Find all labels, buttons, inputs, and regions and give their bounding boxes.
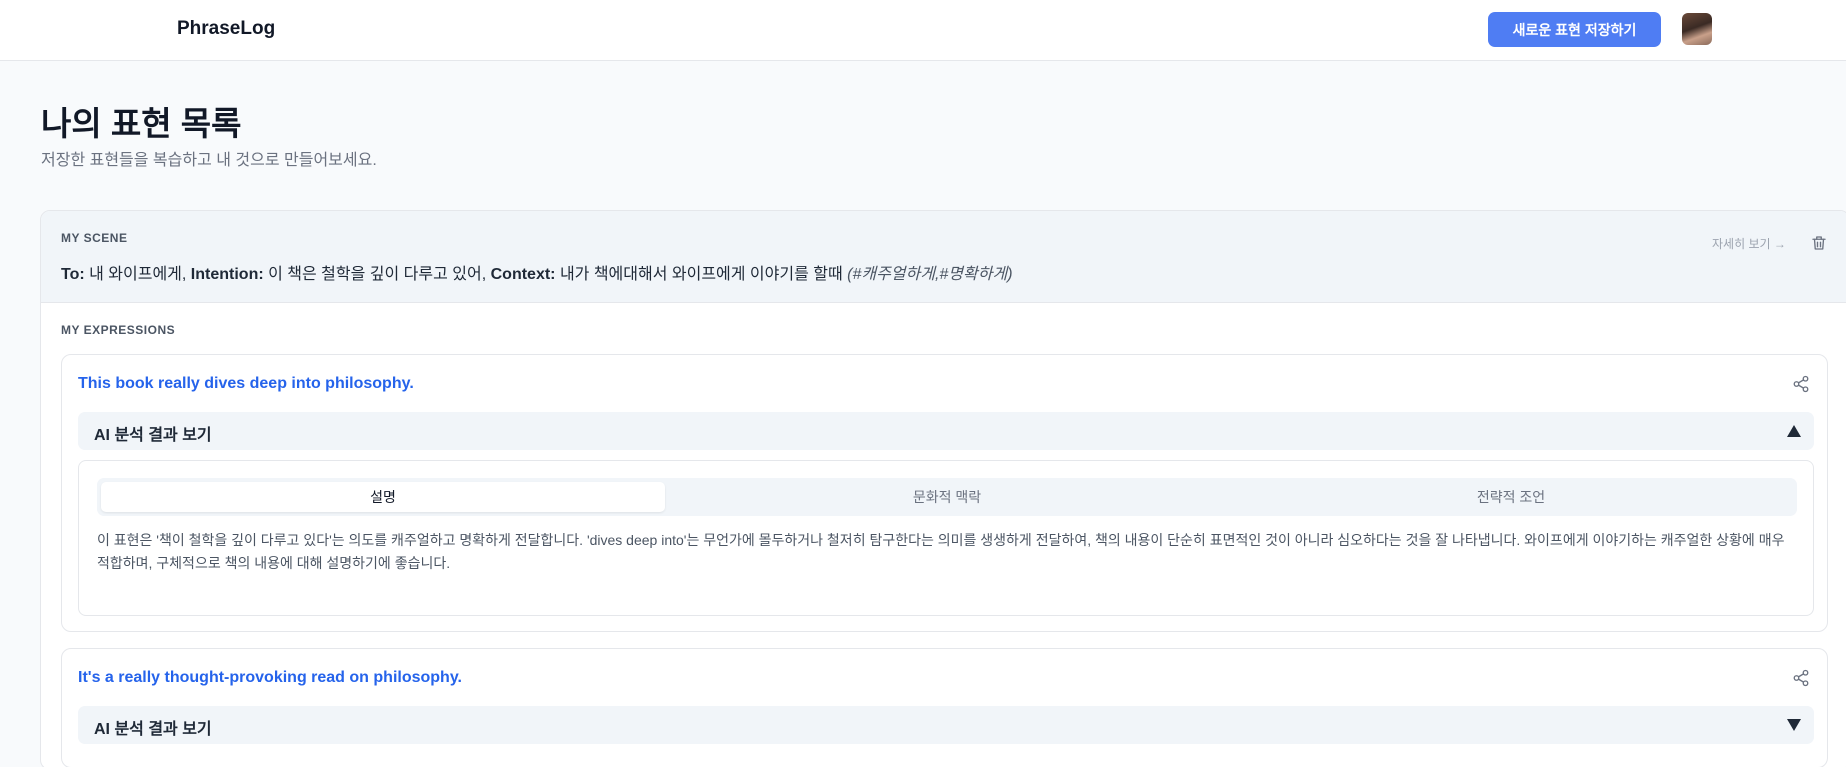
avatar[interactable] [1682,13,1712,45]
trash-icon[interactable] [1810,234,1828,252]
save-new-expression-button[interactable]: 새로운 표현 저장하기 [1488,12,1661,47]
intention-value: 이 책은 철학을 깊이 다루고 있어, [263,266,491,283]
context-label: Context: [490,266,556,283]
share-icon[interactable] [1792,375,1810,393]
scene-summary: To: 내 와이프에게, Intention: 이 책은 철학을 깊이 다루고 … [61,260,1013,284]
expression-item: It's a really thought-provoking read on … [61,648,1828,767]
tab-strategic-advice[interactable]: 전략적 조언 [1229,482,1793,512]
scene-tags: (#캐주얼하게,#명확하게) [847,266,1013,283]
tab-cultural-context[interactable]: 문화적 맥락 [665,482,1229,512]
expressions-label: MY EXPRESSIONS [61,323,176,337]
analysis-description: 이 표현은 '책이 철학을 깊이 다루고 있다'는 의도를 캐주얼하고 명확하게… [97,532,1785,571]
intention-label: Intention: [190,266,264,283]
chevron-up-icon [1787,425,1801,437]
analysis-tabs: 설명 문화적 맥락 전략적 조언 [97,478,1797,516]
expression-item: This book really dives deep into philoso… [61,354,1828,632]
scene-card: MY SCENE To: 내 와이프에게, Intention: 이 책은 철학… [40,210,1846,767]
scene-label: MY SCENE [61,231,128,245]
to-value: 내 와이프에게, [84,266,191,283]
ai-analysis-toggle[interactable]: AI 분석 결과 보기 [78,706,1814,744]
view-details-link[interactable]: 자세히 보기 → [1712,235,1786,252]
scene-section: MY SCENE To: 내 와이프에게, Intention: 이 책은 철학… [41,211,1846,303]
expression-text: It's a really thought-provoking read on … [78,669,462,686]
top-navigation: PhraseLog 새로운 표현 저장하기 [0,0,1846,61]
chevron-down-icon [1787,719,1801,731]
ai-analysis-panel: 설명 문화적 맥락 전략적 조언 이 표현은 '책이 철학을 깊이 다루고 있다… [78,460,1814,616]
to-label: To: [61,266,85,283]
ai-analysis-label: AI 분석 결과 보기 [94,721,212,738]
share-icon[interactable] [1792,669,1810,687]
expression-text: This book really dives deep into philoso… [78,375,414,392]
ai-analysis-label: AI 분석 결과 보기 [94,427,212,444]
page-subtitle: 저장한 표현들을 복습하고 내 것으로 만들어보세요. [41,152,377,169]
ai-analysis-toggle[interactable]: AI 분석 결과 보기 [78,412,1814,450]
page-title: 나의 표현 목록 [41,105,242,142]
app-logo[interactable]: PhraseLog [177,18,275,40]
tab-explanation[interactable]: 설명 [101,482,665,512]
context-value: 내가 책에대해서 와이프에게 이야기를 할때 [555,266,848,283]
